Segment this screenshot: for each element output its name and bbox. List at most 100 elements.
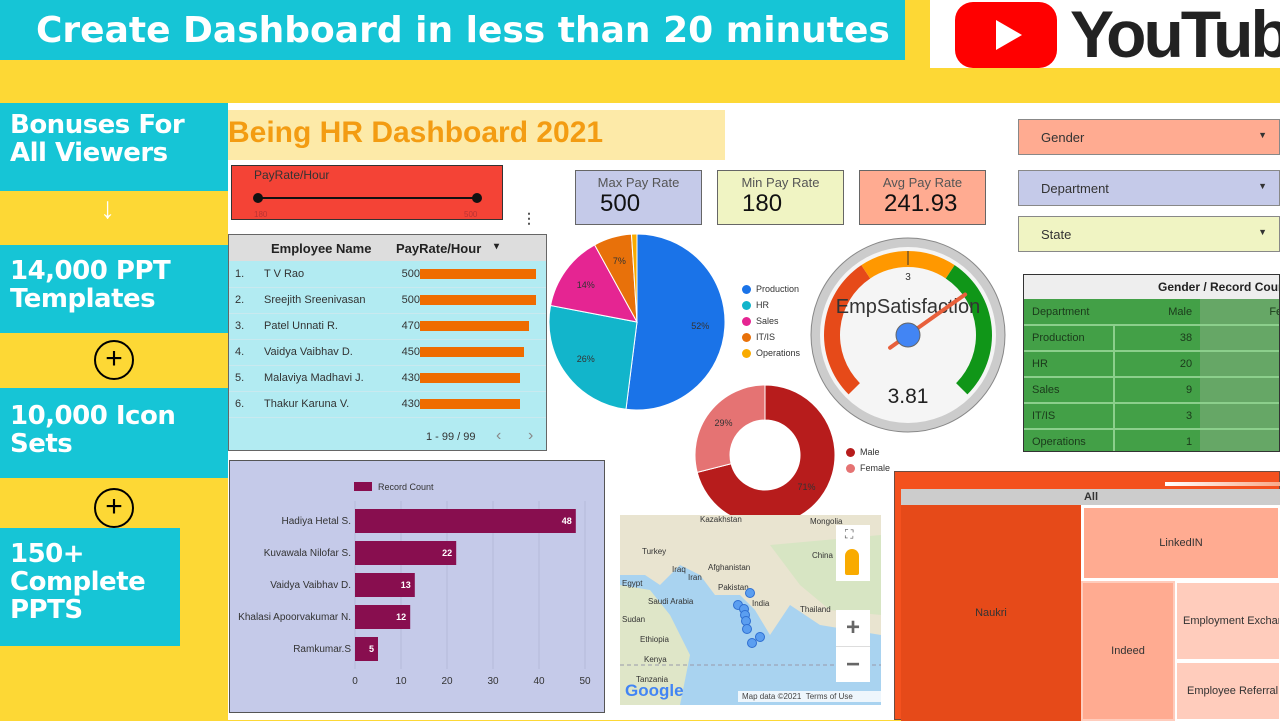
plus-icon: + [94, 340, 134, 380]
table-row[interactable]: 3. Patel Unnati R. 470 [229, 313, 546, 340]
treemap-cell-employee-referral[interactable]: Employee Referral [1175, 661, 1280, 721]
fullscreen-button[interactable]: ⛶ [836, 525, 870, 581]
employee-name: Thakur Karuna V. [264, 391, 394, 418]
payrate-bar [420, 373, 520, 384]
filter-label: Gender [1041, 130, 1085, 145]
table-row[interactable]: 2. Sreejith Sreenivasan 500 [229, 287, 546, 314]
map-place-label: China [812, 551, 833, 560]
payrate-value: 430 [401, 372, 420, 384]
table-row: Production3814 [1024, 325, 1279, 352]
google-logo: Google [625, 681, 684, 700]
legend-item[interactable]: IT/IS [742, 329, 800, 345]
chevron-down-icon: ▼ [1258, 227, 1267, 237]
kpi-value: 241.93 [884, 190, 958, 217]
pivot-cell: 14 [1200, 325, 1279, 352]
treemap-root-label[interactable]: All [901, 489, 1280, 505]
kpi-value: 180 [742, 190, 783, 217]
payrate-value: 470 [401, 320, 420, 332]
legend-item[interactable]: Sales [742, 313, 800, 329]
map-place-label: Kenya [644, 655, 667, 664]
legend-swatch [742, 348, 751, 358]
pegman-icon[interactable] [845, 549, 859, 575]
chevron-down-icon: ▼ [1258, 181, 1267, 191]
filter-dropdown[interactable]: Gender ▼ [1018, 119, 1280, 155]
chevron-down-icon: ▼ [1258, 130, 1267, 140]
plus-icon: + [94, 488, 134, 528]
treemap-scale [1165, 482, 1280, 486]
map-place-label: Sudan [622, 615, 646, 624]
bar-value-label: 12 [396, 612, 406, 622]
employee-map[interactable]: Kazakhstan Mongolia Turkey Iraq Iran Afghanis… [620, 515, 881, 705]
table-row[interactable]: 5. Malaviya Madhavi J. 430 [229, 365, 546, 392]
table-row[interactable]: 6. Thakur Karuna V. 430 [229, 391, 546, 418]
zoom-out-button[interactable]: − [836, 646, 870, 682]
y-category-label: Vaidya Vaibhav D. [270, 580, 351, 591]
pie-slice[interactable] [694, 385, 766, 474]
zoom-in-button[interactable]: + [836, 610, 870, 646]
bar[interactable] [355, 637, 378, 661]
slider-min-handle[interactable] [253, 193, 263, 203]
map-place-label: Ethiopia [640, 635, 669, 644]
next-page-button[interactable]: › [528, 427, 533, 445]
treemap-cell-employment-exchange[interactable]: Employment Exchange [1175, 581, 1280, 661]
employee-table: Employee Name PayRate/Hour ▾ 1. T V Rao 50… [228, 234, 547, 451]
legend-label: IT/IS [756, 332, 776, 342]
x-tick-label: 0 [352, 676, 358, 687]
payrate-cell: 430 [394, 365, 546, 392]
legend-swatch [846, 463, 855, 473]
map-marker[interactable] [745, 588, 755, 598]
more-options-icon[interactable]: ⋮ [522, 210, 536, 227]
map-place-label: Thailand [800, 605, 831, 614]
payrate-slider[interactable]: PayRate/Hour 180 500 [231, 165, 503, 220]
row-index: 6. [229, 391, 264, 418]
table-row[interactable]: 1. T V Rao 500 [229, 261, 546, 288]
column-header-name[interactable]: Employee Name [271, 241, 371, 256]
table-row: IT/IS34 [1024, 403, 1279, 430]
map-marker[interactable] [747, 638, 757, 648]
filter-dropdown[interactable]: Department ▼ [1018, 170, 1280, 206]
sidebar-ppt-templates: 14,000 PPT Templates [0, 245, 228, 333]
treemap-cell-linkedin[interactable]: LinkedIN [1081, 505, 1280, 581]
sort-icon[interactable]: ▾ [494, 241, 499, 252]
pie-slice[interactable] [625, 233, 726, 411]
slice-label: 29% [715, 418, 733, 428]
treemap-cell-indeed[interactable]: Indeed [1081, 581, 1175, 721]
slider-label: PayRate/Hour [254, 168, 330, 182]
slice-label: 52% [691, 321, 709, 331]
employee-name: Malaviya Madhavi J. [264, 365, 394, 392]
source-treemap: All Naukri LinkedIN Indeed Employment Ex… [894, 471, 1280, 721]
x-tick-label: 40 [533, 676, 545, 687]
column-header-payrate[interactable]: PayRate/Hour [396, 241, 481, 256]
slider-max-label: 500 [464, 210, 478, 219]
legend-item[interactable]: HR [742, 297, 800, 313]
pivot-header: Department [1024, 299, 1114, 326]
table-row: HR206 [1024, 351, 1279, 378]
row-index: 3. [229, 313, 264, 340]
slider-min-label: 180 [254, 210, 268, 219]
legend-swatch [742, 316, 751, 326]
pivot-cell: 20 [1114, 351, 1201, 378]
legend-item[interactable]: Female [846, 460, 890, 476]
map-place-label: Kazakhstan [700, 515, 742, 524]
prev-page-button[interactable]: ‹ [496, 427, 501, 445]
table-row[interactable]: 4. Vaidya Vaibhav D. 450 [229, 339, 546, 366]
bar[interactable] [355, 509, 576, 533]
bar-value-label: 5 [369, 644, 374, 654]
bar-value-label: 22 [442, 548, 452, 558]
terms-link[interactable]: Terms of Use [806, 692, 853, 701]
slider-max-handle[interactable] [472, 193, 482, 203]
legend-item[interactable]: Production [742, 281, 800, 297]
legend-item[interactable]: Operations [742, 345, 800, 361]
legend-label: Record Count [378, 482, 434, 492]
map-place-label: Iran [688, 573, 702, 582]
pivot-cell: - [1200, 429, 1279, 451]
legend-item[interactable]: Male [846, 444, 890, 460]
map-marker[interactable] [742, 624, 752, 634]
filter-dropdown[interactable]: State ▼ [1018, 216, 1280, 252]
arrow-down-icon: ↓ [100, 192, 115, 225]
payrate-cell: 430 [394, 391, 546, 418]
pivot-cell: HR [1024, 351, 1115, 378]
bar[interactable] [355, 541, 457, 565]
pivot-header-row: DepartmentMaleFemale [1024, 299, 1279, 326]
treemap-cell-naukri[interactable]: Naukri [901, 505, 1081, 721]
